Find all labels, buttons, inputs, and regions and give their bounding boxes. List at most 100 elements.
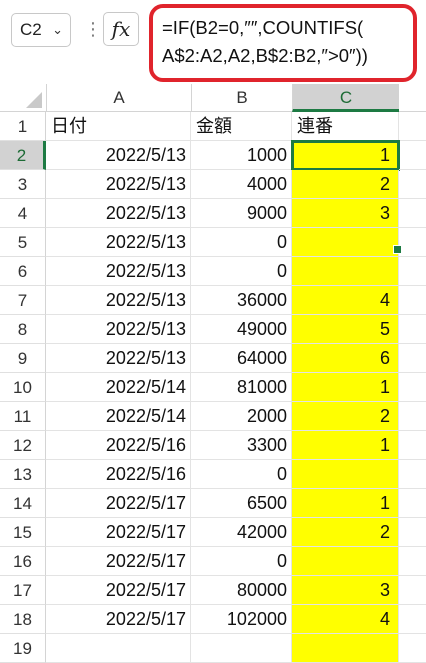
- amount-cell[interactable]: 0: [191, 460, 292, 489]
- row-number[interactable]: 3: [0, 170, 46, 199]
- amount-cell[interactable]: 36000: [191, 286, 292, 315]
- amount-cell[interactable]: 0: [191, 228, 292, 257]
- empty-cell[interactable]: [399, 605, 426, 634]
- row-number[interactable]: 2: [0, 141, 46, 170]
- date-cell[interactable]: 2022/5/13: [46, 141, 191, 170]
- empty-cell[interactable]: [399, 286, 426, 315]
- active-cell[interactable]: 1: [291, 140, 400, 171]
- date-cell[interactable]: 2022/5/13: [46, 315, 191, 344]
- date-cell[interactable]: 2022/5/13: [46, 344, 191, 373]
- row-number[interactable]: 4: [0, 199, 46, 228]
- empty-cell[interactable]: [399, 489, 426, 518]
- row-number[interactable]: 11: [0, 402, 46, 431]
- row-number[interactable]: 15: [0, 518, 46, 547]
- date-cell[interactable]: 2022/5/13: [46, 199, 191, 228]
- seq-cell[interactable]: 1: [292, 431, 399, 460]
- empty-cell[interactable]: [399, 518, 426, 547]
- empty-cell[interactable]: [399, 315, 426, 344]
- date-cell[interactable]: 2022/5/13: [46, 286, 191, 315]
- empty-cell[interactable]: [399, 402, 426, 431]
- seq-cell[interactable]: [292, 257, 399, 286]
- seq-cell[interactable]: [292, 547, 399, 576]
- seq-cell[interactable]: 2: [292, 402, 399, 431]
- seq-cell[interactable]: 3: [292, 199, 399, 228]
- empty-cell[interactable]: [399, 576, 426, 605]
- empty-cell[interactable]: [399, 170, 426, 199]
- name-box[interactable]: C2 ⌄: [11, 13, 71, 47]
- row-number[interactable]: 18: [0, 605, 46, 634]
- amount-cell[interactable]: 4000: [191, 170, 292, 199]
- row-number[interactable]: 14: [0, 489, 46, 518]
- date-cell[interactable]: 2022/5/13: [46, 257, 191, 286]
- formula-input[interactable]: =IF(B2=0,″″,COUNTIFS( A$2:A2,A2,B$2:B2,″…: [149, 4, 417, 82]
- row-number[interactable]: 9: [0, 344, 46, 373]
- seq-cell[interactable]: 5: [292, 315, 399, 344]
- seq-cell[interactable]: [292, 460, 399, 489]
- header-cell-amount[interactable]: 金額: [191, 112, 292, 141]
- seq-cell[interactable]: 3: [292, 576, 399, 605]
- seq-cell[interactable]: 4: [292, 286, 399, 315]
- amount-cell[interactable]: 3300: [191, 431, 292, 460]
- select-all-button[interactable]: [0, 84, 46, 112]
- date-cell[interactable]: 2022/5/14: [46, 402, 191, 431]
- amount-cell[interactable]: 6500: [191, 489, 292, 518]
- empty-cell[interactable]: [399, 344, 426, 373]
- empty-cell[interactable]: [399, 431, 426, 460]
- header-cell-seq[interactable]: 連番: [292, 112, 399, 141]
- empty-cell[interactable]: [399, 460, 426, 489]
- seq-cell[interactable]: 4: [292, 605, 399, 634]
- date-cell[interactable]: 2022/5/13: [46, 170, 191, 199]
- amount-cell[interactable]: 81000: [191, 373, 292, 402]
- row-number[interactable]: 5: [0, 228, 46, 257]
- row-number[interactable]: 6: [0, 257, 46, 286]
- date-cell[interactable]: 2022/5/16: [46, 431, 191, 460]
- date-cell[interactable]: 2022/5/17: [46, 518, 191, 547]
- row-number[interactable]: 12: [0, 431, 46, 460]
- more-options-icon[interactable]: ⋮: [84, 14, 102, 44]
- seq-cell[interactable]: [292, 634, 399, 663]
- empty-cell[interactable]: [399, 257, 426, 286]
- seq-cell[interactable]: 2: [292, 518, 399, 547]
- empty-cell[interactable]: [399, 373, 426, 402]
- header-cell-date[interactable]: 日付: [46, 112, 191, 141]
- empty-cell[interactable]: [399, 141, 426, 170]
- amount-cell[interactable]: 49000: [191, 315, 292, 344]
- chevron-down-icon[interactable]: ⌄: [52, 22, 63, 38]
- seq-cell[interactable]: 2: [292, 170, 399, 199]
- amount-cell[interactable]: [191, 634, 292, 663]
- insert-function-button[interactable]: fx: [103, 12, 139, 46]
- row-number[interactable]: 10: [0, 373, 46, 402]
- date-cell[interactable]: 2022/5/13: [46, 228, 191, 257]
- date-cell[interactable]: 2022/5/17: [46, 576, 191, 605]
- amount-cell[interactable]: 0: [191, 257, 292, 286]
- row-number[interactable]: 7: [0, 286, 46, 315]
- amount-cell[interactable]: 42000: [191, 518, 292, 547]
- seq-cell[interactable]: 6: [292, 344, 399, 373]
- empty-cell[interactable]: [399, 112, 426, 141]
- amount-cell[interactable]: 1000: [191, 141, 292, 170]
- fill-handle[interactable]: [393, 245, 402, 254]
- column-header-c[interactable]: C: [292, 84, 399, 112]
- row-number[interactable]: 13: [0, 460, 46, 489]
- date-cell[interactable]: 2022/5/17: [46, 547, 191, 576]
- amount-cell[interactable]: 0: [191, 547, 292, 576]
- amount-cell[interactable]: 9000: [191, 199, 292, 228]
- empty-cell[interactable]: [399, 547, 426, 576]
- column-header-a[interactable]: A: [46, 84, 191, 112]
- seq-cell[interactable]: 1: [292, 489, 399, 518]
- row-number[interactable]: 1: [0, 112, 46, 141]
- date-cell[interactable]: 2022/5/17: [46, 605, 191, 634]
- column-header-b[interactable]: B: [191, 84, 292, 112]
- date-cell[interactable]: [46, 634, 191, 663]
- amount-cell[interactable]: 80000: [191, 576, 292, 605]
- seq-cell[interactable]: [292, 228, 399, 257]
- empty-cell[interactable]: [399, 634, 426, 663]
- amount-cell[interactable]: 64000: [191, 344, 292, 373]
- seq-cell[interactable]: 1: [292, 373, 399, 402]
- empty-cell[interactable]: [399, 199, 426, 228]
- row-number[interactable]: 16: [0, 547, 46, 576]
- row-number[interactable]: 17: [0, 576, 46, 605]
- empty-cell[interactable]: [399, 228, 426, 257]
- date-cell[interactable]: 2022/5/16: [46, 460, 191, 489]
- row-number[interactable]: 19: [0, 634, 46, 663]
